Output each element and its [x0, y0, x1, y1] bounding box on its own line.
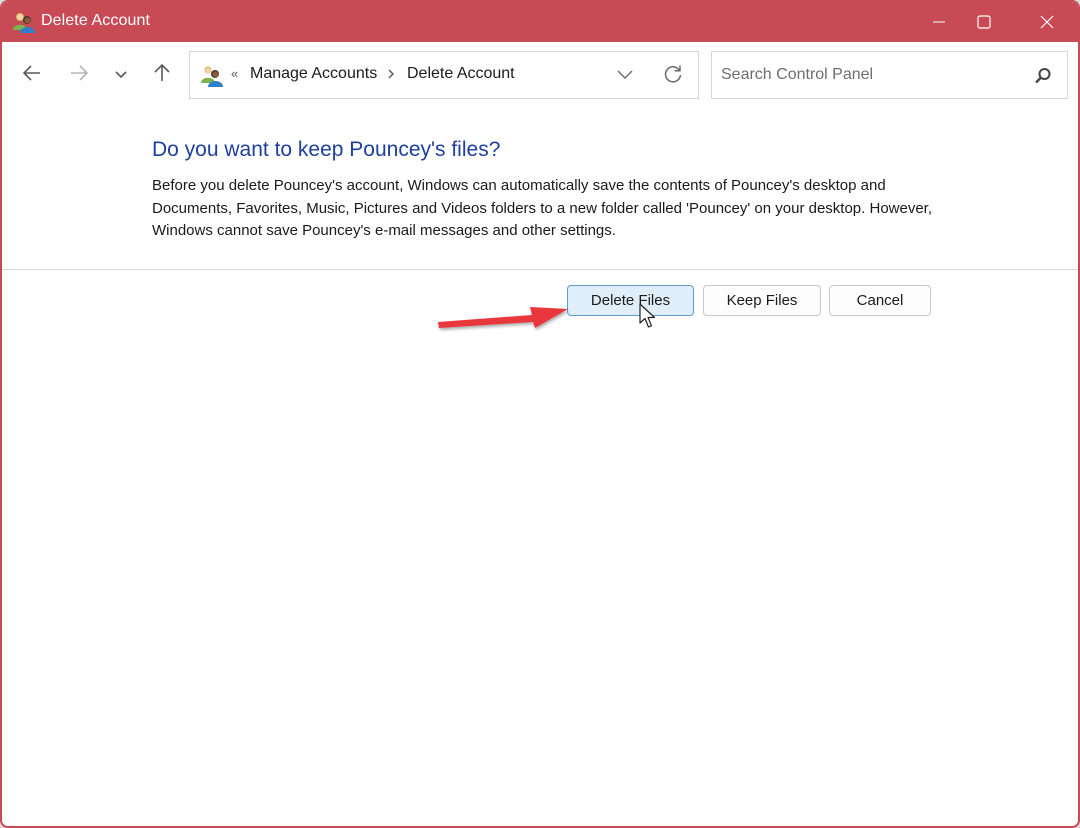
arrow-up-icon	[154, 63, 170, 87]
minimize-button[interactable]	[916, 2, 962, 42]
breadcrumb-delete-account[interactable]: Delete Account	[407, 65, 515, 83]
refresh-button[interactable]	[660, 63, 686, 89]
title-bar[interactable]: Delete Account	[2, 2, 1078, 42]
divider	[2, 269, 1078, 270]
user-accounts-icon	[12, 10, 36, 34]
minimize-icon	[933, 16, 945, 28]
arrow-right-icon	[70, 64, 89, 86]
search-input[interactable]	[712, 52, 1022, 98]
user-accounts-icon	[200, 64, 224, 88]
maximize-button[interactable]	[961, 2, 1007, 42]
delete-account-window: Delete Account « Manage Accounts Delete …	[0, 0, 1080, 828]
delete-files-button[interactable]: Delete Files	[567, 285, 694, 316]
maximize-icon	[977, 15, 991, 29]
navigation-bar: « Manage Accounts Delete Account	[2, 42, 1078, 108]
overflow-chevron[interactable]: «	[231, 66, 238, 81]
search-icon[interactable]	[1032, 65, 1054, 87]
up-button[interactable]	[149, 62, 175, 88]
chevron-down-icon	[115, 66, 127, 84]
page-heading: Do you want to keep Pouncey's files?	[152, 138, 501, 161]
close-button[interactable]	[1024, 2, 1070, 42]
chevron-right-icon[interactable]	[387, 67, 395, 85]
forward-button[interactable]	[66, 62, 92, 88]
chevron-down-icon	[617, 67, 633, 85]
search-box[interactable]	[711, 51, 1068, 99]
address-dropdown-button[interactable]	[613, 64, 637, 88]
annotation-arrow-icon	[432, 292, 582, 332]
address-bar[interactable]: « Manage Accounts Delete Account	[189, 51, 699, 99]
window-title: Delete Account	[41, 12, 151, 29]
close-icon	[1040, 15, 1054, 29]
keep-files-button[interactable]: Keep Files	[703, 285, 821, 316]
cancel-button[interactable]: Cancel	[829, 285, 931, 316]
refresh-icon	[663, 64, 683, 89]
description-text: Before you delete Pouncey's account, Win…	[152, 177, 933, 239]
breadcrumb-manage-accounts[interactable]: Manage Accounts	[250, 65, 377, 83]
back-button[interactable]	[19, 62, 45, 88]
arrow-left-icon	[22, 64, 41, 86]
recent-locations-button[interactable]	[108, 62, 134, 88]
